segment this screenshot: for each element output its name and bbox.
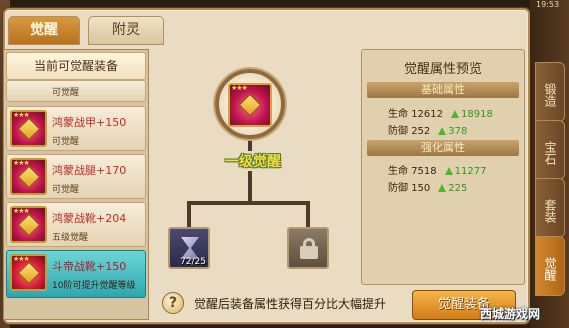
item-name: 鸿蒙战靴+204 xyxy=(52,212,127,225)
item-name: 斗帝战靴+150 xyxy=(52,260,127,273)
gem-icon xyxy=(17,165,41,189)
item-status: 五级觉醒 xyxy=(52,233,89,243)
gem-icon xyxy=(17,213,41,237)
list-item[interactable]: ★★★ 鸿蒙战靴+204 五级觉醒 xyxy=(6,202,146,247)
increase-arrow-icon xyxy=(438,127,447,135)
base-attribute-header: 基础属性 xyxy=(367,82,519,98)
increase-arrow-icon xyxy=(444,167,453,175)
awaken-hint: ? 觉醒后装备属性获得百分比大幅提升 xyxy=(152,288,402,318)
watermark: 西城游戏网 xyxy=(479,307,540,321)
tab-awaken[interactable]: 觉醒 xyxy=(8,16,80,45)
star-rating-icon: ★★★ xyxy=(13,207,30,215)
lock-icon xyxy=(300,238,318,259)
awaken-tier-label: 一级觉醒 xyxy=(225,154,281,170)
equipment-boots-icon: ★★★ xyxy=(10,206,47,243)
gem-icon xyxy=(17,261,41,285)
tree-connector xyxy=(306,201,310,229)
right-side-tabs: 锻造 宝石 套装 觉醒 xyxy=(530,0,569,328)
hourglass-icon xyxy=(181,237,199,259)
stat-row-defense: 防御 252 378 xyxy=(388,122,467,137)
stat-label: 防御 xyxy=(388,183,408,194)
preview-title: 觉醒属性预览 xyxy=(403,62,482,77)
list-item[interactable]: ★★★ 鸿蒙战甲+150 可觉醒 xyxy=(6,106,146,151)
stat-value: 7518 xyxy=(411,166,437,177)
item-name: 鸿蒙战甲+150 xyxy=(52,116,127,129)
tree-connector xyxy=(248,139,252,151)
equipment-boots-icon: ★★★ xyxy=(10,254,47,291)
stat-row-hp: 生命 7518 11277 xyxy=(388,162,486,177)
tree-connector xyxy=(187,201,191,229)
gem-icon xyxy=(238,93,262,117)
item-status: 可觉醒 xyxy=(52,88,80,98)
list-item-selected[interactable]: ★★★ 斗帝战靴+150 10阶可提升觉醒等级 xyxy=(6,250,146,298)
selected-equipment-icon[interactable]: ★★★ xyxy=(228,83,272,127)
gem-icon xyxy=(17,117,41,141)
list-item[interactable]: ★★★ 鸿蒙战腿+170 可觉醒 xyxy=(6,154,146,199)
increase-arrow-icon xyxy=(451,110,459,118)
hint-text: 觉醒后装备属性获得百分比大幅提升 xyxy=(194,297,387,311)
awaken-attribute-preview: 觉醒属性预览 基础属性 生命 12612 18918 防御 252 378 强化属性… xyxy=(361,49,525,285)
star-rating-icon: ★★★ xyxy=(13,111,30,119)
stat-label: 生命 xyxy=(388,109,408,120)
help-icon[interactable]: ? xyxy=(162,292,184,314)
locked-slot[interactable] xyxy=(287,227,329,269)
increase-arrow-icon xyxy=(438,184,447,192)
tab-gem[interactable]: 宝石 xyxy=(535,120,565,180)
awaken-material-slot[interactable]: 72/25 xyxy=(168,227,210,269)
status-time: 19:53 xyxy=(536,0,560,9)
stat-row-hp: 生命 12612 18918 xyxy=(388,105,493,120)
tree-connector xyxy=(187,201,309,205)
stat-value: 12612 xyxy=(411,109,443,120)
list-item[interactable]: 可觉醒 xyxy=(6,80,146,102)
star-rating-icon: ★★★ xyxy=(13,255,30,263)
stat-new-value: 225 xyxy=(448,183,468,194)
star-rating-icon: ★★★ xyxy=(231,84,248,92)
enhance-attribute-header: 强化属性 xyxy=(367,140,519,156)
awakenable-equipment-list[interactable]: 当前可觉醒装备 可觉醒 ★★★ 鸿蒙战甲+150 可觉醒 ★★★ 鸿蒙战腿+17… xyxy=(3,49,149,320)
tab-set[interactable]: 套装 xyxy=(535,178,565,238)
material-count: 72/25 xyxy=(180,257,206,267)
star-rating-icon: ★★★ xyxy=(13,159,30,167)
tree-connector xyxy=(248,171,252,203)
stat-new-value: 18918 xyxy=(461,109,493,120)
tab-attach-spirit[interactable]: 附灵 xyxy=(88,16,164,45)
equipment-leg-icon: ★★★ xyxy=(10,158,47,195)
item-status: 可觉醒 xyxy=(52,185,80,195)
stat-label: 生命 xyxy=(388,166,408,177)
tab-forge[interactable]: 锻造 xyxy=(535,62,565,122)
item-name: 鸿蒙战腿+170 xyxy=(52,164,127,177)
stat-label: 防御 xyxy=(388,126,408,137)
stat-value: 252 xyxy=(411,126,431,137)
item-status: 10阶可提升觉醒等级 xyxy=(52,281,136,291)
equipment-armor-icon: ★★★ xyxy=(10,110,47,147)
stat-row-defense: 防御 150 225 xyxy=(388,179,467,194)
stat-value: 150 xyxy=(411,183,431,194)
tab-awaken-side[interactable]: 觉醒 xyxy=(535,236,565,296)
item-status: 可觉醒 xyxy=(52,137,80,147)
stat-new-value: 11277 xyxy=(454,166,487,177)
awaken-tree: ★★★ 一级觉醒 72/25 xyxy=(152,49,357,284)
list-header: 当前可觉醒装备 xyxy=(6,52,146,80)
stat-new-value: 378 xyxy=(448,126,468,137)
